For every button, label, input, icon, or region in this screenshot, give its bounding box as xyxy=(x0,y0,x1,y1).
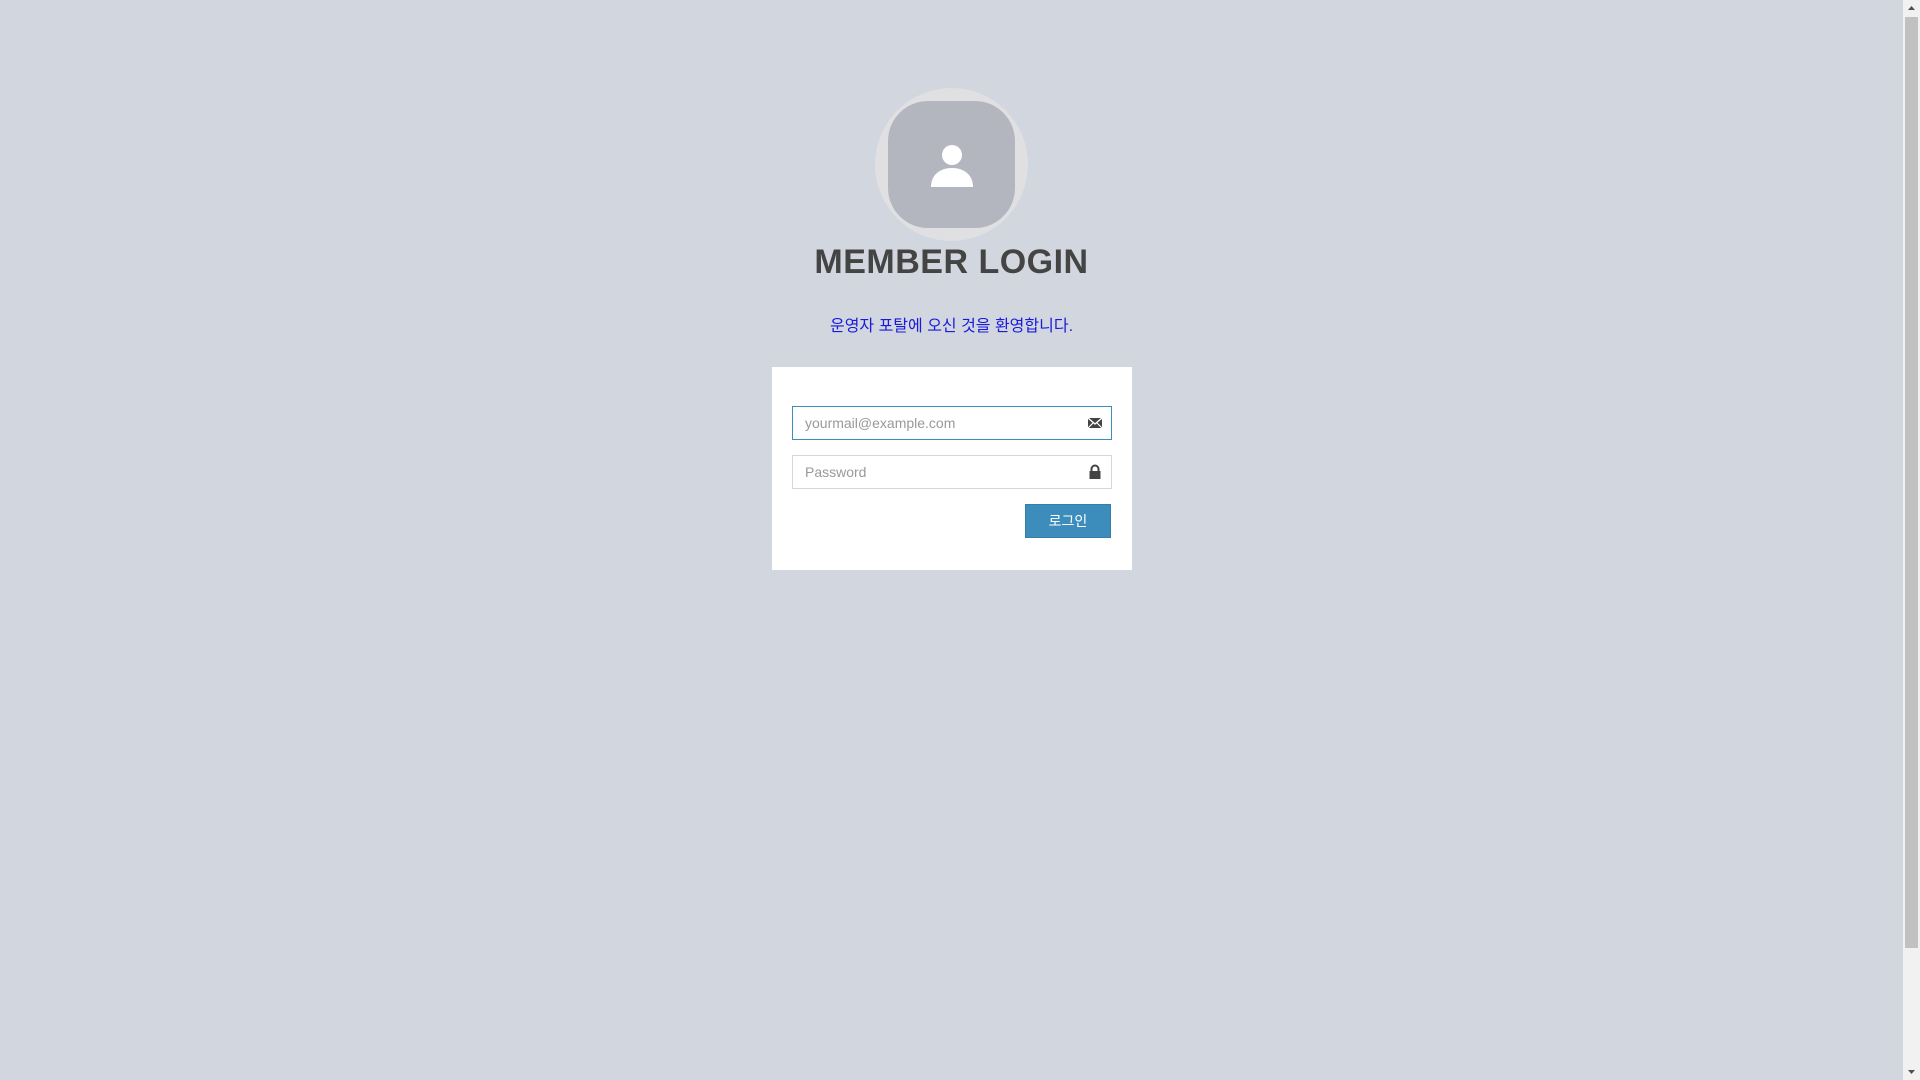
login-page: MEMBER LOGIN 운영자 포탈에 오신 것을 환영합니다. 로그인 xyxy=(0,0,1903,1080)
password-field-wrapper xyxy=(792,455,1112,489)
scroll-thumb[interactable] xyxy=(1905,17,1918,948)
chevron-up-icon xyxy=(1908,6,1915,10)
chevron-down-icon xyxy=(1908,1070,1915,1074)
user-icon xyxy=(930,144,973,187)
welcome-message: 운영자 포탈에 오신 것을 환영합니다. xyxy=(829,318,1074,335)
avatar-ring xyxy=(875,88,1028,241)
page-title: MEMBER LOGIN xyxy=(814,243,1089,281)
login-button[interactable]: 로그인 xyxy=(1025,504,1111,538)
login-form: 로그인 xyxy=(772,367,1132,570)
vertical-scrollbar[interactable] xyxy=(1903,0,1920,1080)
email-field-wrapper xyxy=(792,406,1112,440)
envelope-icon xyxy=(1087,417,1103,429)
email-field[interactable] xyxy=(793,407,1085,439)
password-field[interactable] xyxy=(793,456,1085,488)
scroll-down-arrow[interactable] xyxy=(1903,1063,1920,1080)
scroll-up-arrow[interactable] xyxy=(1903,0,1920,17)
lock-icon xyxy=(1089,464,1101,479)
avatar xyxy=(888,101,1015,228)
